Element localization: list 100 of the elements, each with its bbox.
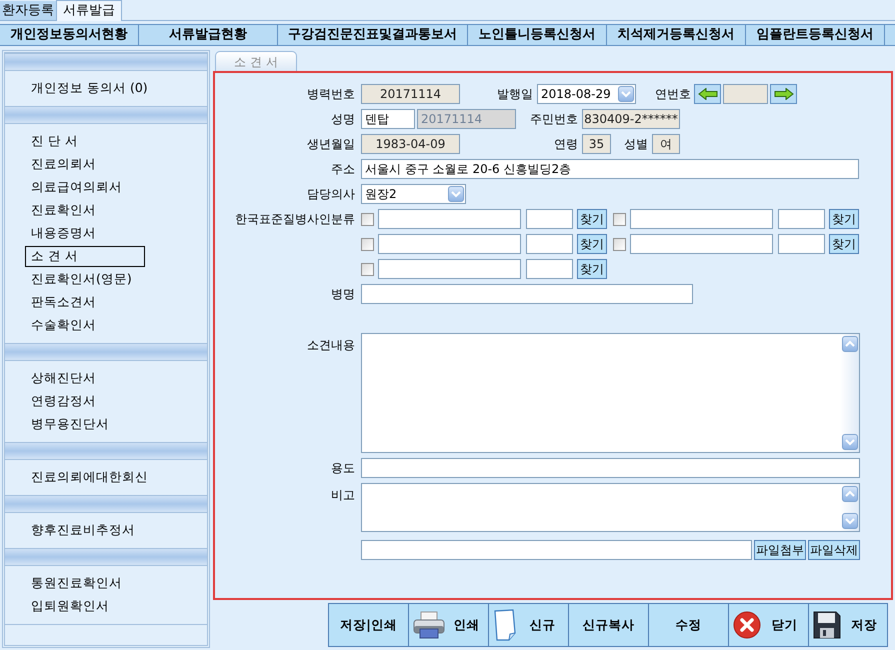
sidebar-item[interactable]: 개인정보 동의서 (0) [25, 78, 154, 99]
menu-tab[interactable]: 개인정보동의서현황 [0, 24, 139, 46]
dropdown-button[interactable] [448, 186, 464, 202]
delete-file-button[interactable]: 파일삭제 [808, 540, 860, 560]
text-field[interactable]: 20171114 [361, 84, 460, 104]
field-label: 주소 [331, 161, 355, 178]
scrollbar[interactable] [840, 334, 859, 452]
dropdown-button[interactable] [618, 86, 634, 102]
text-field[interactable] [526, 209, 573, 229]
close-icon [733, 611, 761, 639]
chevron-down-icon [844, 438, 854, 446]
sidebar-item[interactable]: 판독소견서 [25, 292, 145, 313]
field-label: 병명 [331, 286, 355, 303]
checkbox[interactable] [361, 262, 374, 276]
scroll-up-button[interactable] [842, 336, 858, 352]
chevron-up-icon [844, 340, 854, 348]
sidebar-item[interactable]: 통원진료확인서 [25, 573, 145, 594]
menu-tab[interactable]: 서류발급현황 [139, 24, 278, 46]
chevron-down-icon [621, 90, 631, 98]
field-label: 성명 [331, 111, 355, 128]
sidebar-item[interactable]: 진 단 서 [25, 131, 145, 152]
dropdown[interactable]: 2018-08-29 [537, 84, 636, 104]
tab[interactable]: 환자등록 [0, 1, 56, 20]
text-field[interactable] [526, 234, 573, 254]
text-field[interactable] [361, 540, 752, 560]
footer-button[interactable]: 인쇄 [408, 603, 488, 647]
field-label: 비고 [331, 487, 355, 504]
text-field[interactable] [630, 209, 773, 229]
sidebar-item[interactable]: 연령감정서 [25, 391, 145, 412]
footer-button[interactable]: 수정 [648, 603, 728, 647]
text-area[interactable] [361, 333, 860, 453]
checkbox[interactable] [361, 238, 374, 250]
checkbox[interactable] [361, 212, 374, 226]
scroll-down-button[interactable] [842, 513, 858, 529]
chevron-up-icon [844, 490, 854, 498]
footer-button[interactable]: 저장|인쇄 [328, 603, 408, 647]
field-label: 생년월일 [307, 136, 355, 153]
sidebar-item[interactable]: 상해진단서 [25, 368, 145, 389]
checkbox[interactable] [613, 212, 626, 226]
text-field[interactable] [361, 284, 693, 304]
tab[interactable]: 서류발급 [56, 0, 122, 21]
dropdown[interactable]: 원장2 [361, 184, 466, 204]
text-area[interactable] [361, 483, 860, 532]
field-label: 용도 [331, 460, 355, 477]
page-icon [493, 609, 517, 641]
scroll-up-button[interactable] [842, 486, 858, 502]
text-field[interactable] [630, 234, 773, 254]
sidebar-item[interactable]: 진료의뢰서 [25, 154, 145, 175]
find-button[interactable]: 찾기 [577, 259, 607, 279]
field-label: 한국표준질병사인분류 [235, 211, 355, 228]
text-field[interactable] [723, 84, 768, 104]
sidebar-item[interactable]: 진료의뢰에대한회신 [25, 467, 154, 488]
text-field[interactable] [778, 234, 825, 254]
sidebar-item[interactable]: 입퇴원확인서 [25, 596, 145, 617]
text-field[interactable] [526, 259, 573, 279]
printer-icon [413, 611, 445, 639]
field-label: 병력번호 [307, 86, 355, 103]
text-field[interactable]: 덴탑 [361, 109, 415, 129]
text-field[interactable]: 여 [652, 134, 680, 154]
menu-tab[interactable]: 치석제거등록신청서 [607, 24, 746, 46]
text-field[interactable] [378, 234, 521, 254]
find-button[interactable]: 찾기 [577, 234, 607, 254]
scroll-down-button[interactable] [842, 434, 858, 450]
sidebar-item[interactable]: 진료확인서(영문) [25, 269, 145, 290]
text-field[interactable] [378, 259, 521, 279]
sidebar-item[interactable]: 내용증명서 [25, 223, 145, 244]
field-label: 성별 [624, 136, 648, 153]
sidebar-item[interactable]: 의료급여의뢰서 [25, 177, 145, 198]
footer-button[interactable]: 닫기 [728, 603, 808, 647]
field-label: 연번호 [655, 86, 691, 103]
text-field[interactable]: 1983-04-09 [361, 134, 460, 154]
find-button[interactable]: 찾기 [577, 209, 607, 229]
text-field[interactable]: 830409-2****** [582, 109, 680, 129]
find-button[interactable]: 찾기 [829, 234, 859, 254]
checkbox[interactable] [613, 238, 626, 250]
sidebar-item[interactable]: 소 견 서 [25, 246, 145, 267]
find-button[interactable]: 찾기 [829, 209, 859, 229]
footer-button[interactable]: 신규복사 [568, 603, 648, 647]
scrollbar[interactable] [840, 484, 859, 531]
attach-file-button[interactable]: 파일첨부 [754, 540, 806, 560]
next-button[interactable] [770, 84, 797, 104]
sidebar-item[interactable]: 수술확인서 [25, 315, 145, 336]
text-field[interactable] [778, 209, 825, 229]
sidebar-item[interactable]: 병무용진단서 [25, 414, 145, 435]
field-label: 연령 [554, 136, 578, 153]
previous-button[interactable] [694, 84, 721, 104]
arrow-left-icon [698, 88, 718, 100]
arrow-right-icon [774, 88, 794, 100]
menu-tab[interactable]: 구강검진문진표및결과통보서 [278, 24, 468, 46]
footer-button[interactable]: 저장 [808, 603, 888, 647]
sidebar-item[interactable]: 진료확인서 [25, 200, 145, 221]
field-label: 주민번호 [530, 111, 578, 128]
text-field[interactable]: 서울시 중구 소월로 20-6 신흥빌딩2층 [361, 159, 859, 179]
menu-tab[interactable]: 임플란트등록신청서 [746, 24, 885, 46]
footer-button[interactable]: 신규 [488, 603, 568, 647]
sidebar-item[interactable]: 향후진료비추정서 [25, 520, 145, 541]
menu-tab[interactable]: 노인틀니등록신청서 [468, 24, 607, 46]
text-field[interactable]: 35 [582, 134, 611, 154]
text-field[interactable] [378, 209, 521, 229]
text-field[interactable] [361, 458, 860, 478]
